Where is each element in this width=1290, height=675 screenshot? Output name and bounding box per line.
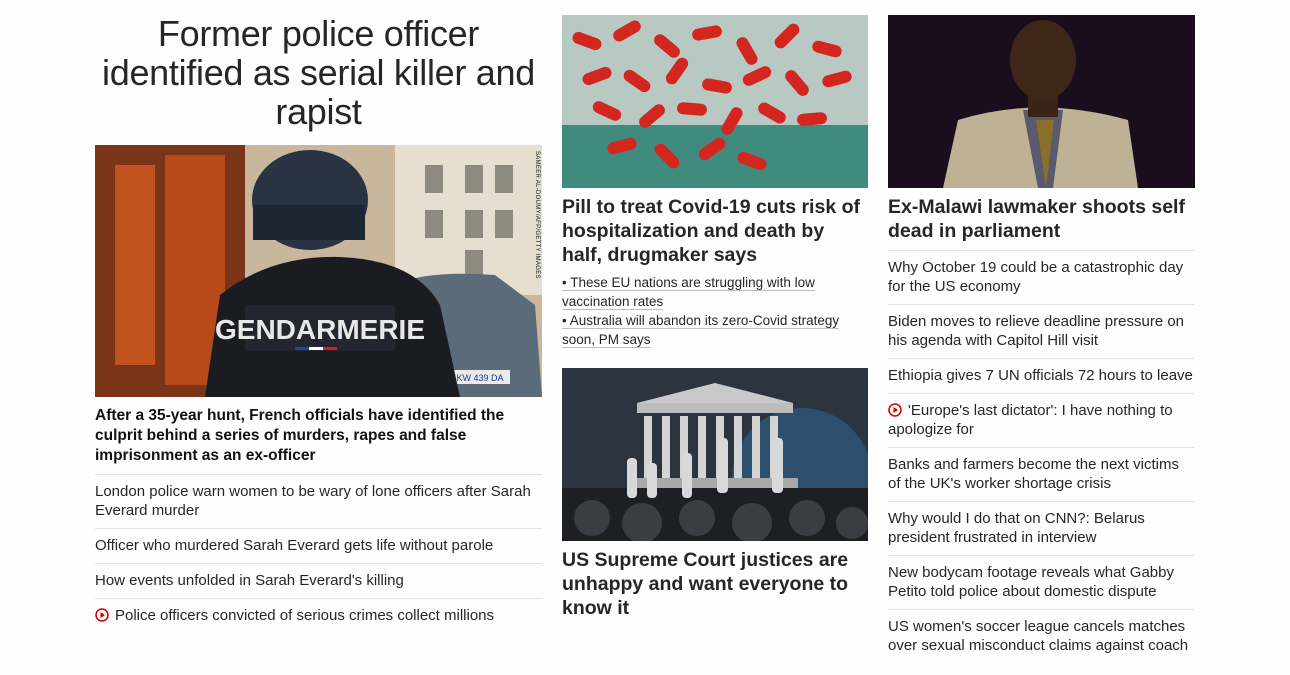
list-item[interactable]: Biden moves to relieve deadline pressure… <box>888 304 1195 358</box>
middle-column: Pill to treat Covid-19 cuts risk of hosp… <box>562 0 868 620</box>
list-item[interactable]: Police officers convicted of serious cri… <box>95 598 542 633</box>
link-text[interactable]: Why October 19 could be a catastrophic d… <box>888 259 1183 295</box>
malawi-lawmaker-image[interactable] <box>888 15 1195 188</box>
link-text[interactable]: 'Europe's last dictator': I have nothing… <box>888 402 1173 438</box>
pill-story-title[interactable]: Pill to treat Covid-19 cuts risk of hosp… <box>562 195 868 267</box>
bullet-item[interactable]: • These EU nations are struggling with l… <box>562 273 868 311</box>
link-text[interactable]: London police warn women to be wary of l… <box>95 483 531 519</box>
list-item[interactable]: 'Europe's last dictator': I have nothing… <box>888 393 1195 447</box>
link-text[interactable]: Banks and farmers become the next victim… <box>888 456 1179 492</box>
list-item[interactable]: Banks and farmers become the next victim… <box>888 447 1195 501</box>
supreme-court-story-title[interactable]: US Supreme Court justices are unhappy an… <box>562 548 868 620</box>
list-item[interactable]: Why October 19 could be a catastrophic d… <box>888 250 1195 304</box>
supreme-court-image[interactable] <box>562 368 868 541</box>
list-item[interactable]: Officer who murdered Sarah Everard gets … <box>95 528 542 563</box>
list-item[interactable]: Ethiopia gives 7 UN officials 72 hours t… <box>888 358 1195 393</box>
bullet-link[interactable]: • Australia will abandon its zero-Covid … <box>562 313 840 348</box>
pill-related-bullets: • These EU nations are struggling with l… <box>562 273 868 349</box>
license-plate-text: KW 439 DA <box>456 373 503 383</box>
list-item[interactable]: Why would I do that on CNN?: Belarus pre… <box>888 501 1195 555</box>
malawi-story-title[interactable]: Ex-Malawi lawmaker shoots self dead in p… <box>888 195 1195 243</box>
lead-image-gendarmerie-officer[interactable]: KW 439 DA GENDARMERIE SAMEER AL-DOUMY/AF… <box>95 145 542 397</box>
play-icon <box>95 608 109 622</box>
bullet-item[interactable]: • Australia will abandon its zero-Covid … <box>562 311 868 349</box>
vest-label-text: GENDARMERIE <box>215 314 425 345</box>
link-text[interactable]: Biden moves to relieve deadline pressure… <box>888 313 1184 349</box>
pill-image[interactable] <box>562 15 868 188</box>
lead-story-column: Former police officer identified as seri… <box>95 0 542 633</box>
link-text[interactable]: Police officers convicted of serious cri… <box>115 607 494 624</box>
list-item[interactable]: New bodycam footage reveals what Gabby P… <box>888 555 1195 609</box>
image-credit: SAMEER AL-DOUMY/AFP/GETTY IMAGES <box>534 151 540 279</box>
play-icon <box>888 403 902 417</box>
lead-related-links: London police warn women to be wary of l… <box>95 474 542 633</box>
right-links: Why October 19 could be a catastrophic d… <box>888 250 1195 663</box>
link-text[interactable]: New bodycam footage reveals what Gabby P… <box>888 564 1174 600</box>
list-item[interactable]: US women's soccer league cancels matches… <box>888 609 1195 663</box>
right-column: Ex-Malawi lawmaker shoots self dead in p… <box>888 0 1195 663</box>
lead-headline[interactable]: Former police officer identified as seri… <box>95 14 542 131</box>
link-text[interactable]: Officer who murdered Sarah Everard gets … <box>95 537 493 554</box>
list-item[interactable]: How events unfolded in Sarah Everard's k… <box>95 563 542 598</box>
link-text[interactable]: US women's soccer league cancels matches… <box>888 618 1188 654</box>
bullet-link[interactable]: • These EU nations are struggling with l… <box>562 275 815 310</box>
link-text[interactable]: How events unfolded in Sarah Everard's k… <box>95 572 404 589</box>
link-text[interactable]: Why would I do that on CNN?: Belarus pre… <box>888 510 1145 546</box>
list-item[interactable]: London police warn women to be wary of l… <box>95 474 542 528</box>
link-text[interactable]: Ethiopia gives 7 UN officials 72 hours t… <box>888 367 1193 384</box>
lead-summary[interactable]: After a 35-year hunt, French officials h… <box>95 406 542 466</box>
